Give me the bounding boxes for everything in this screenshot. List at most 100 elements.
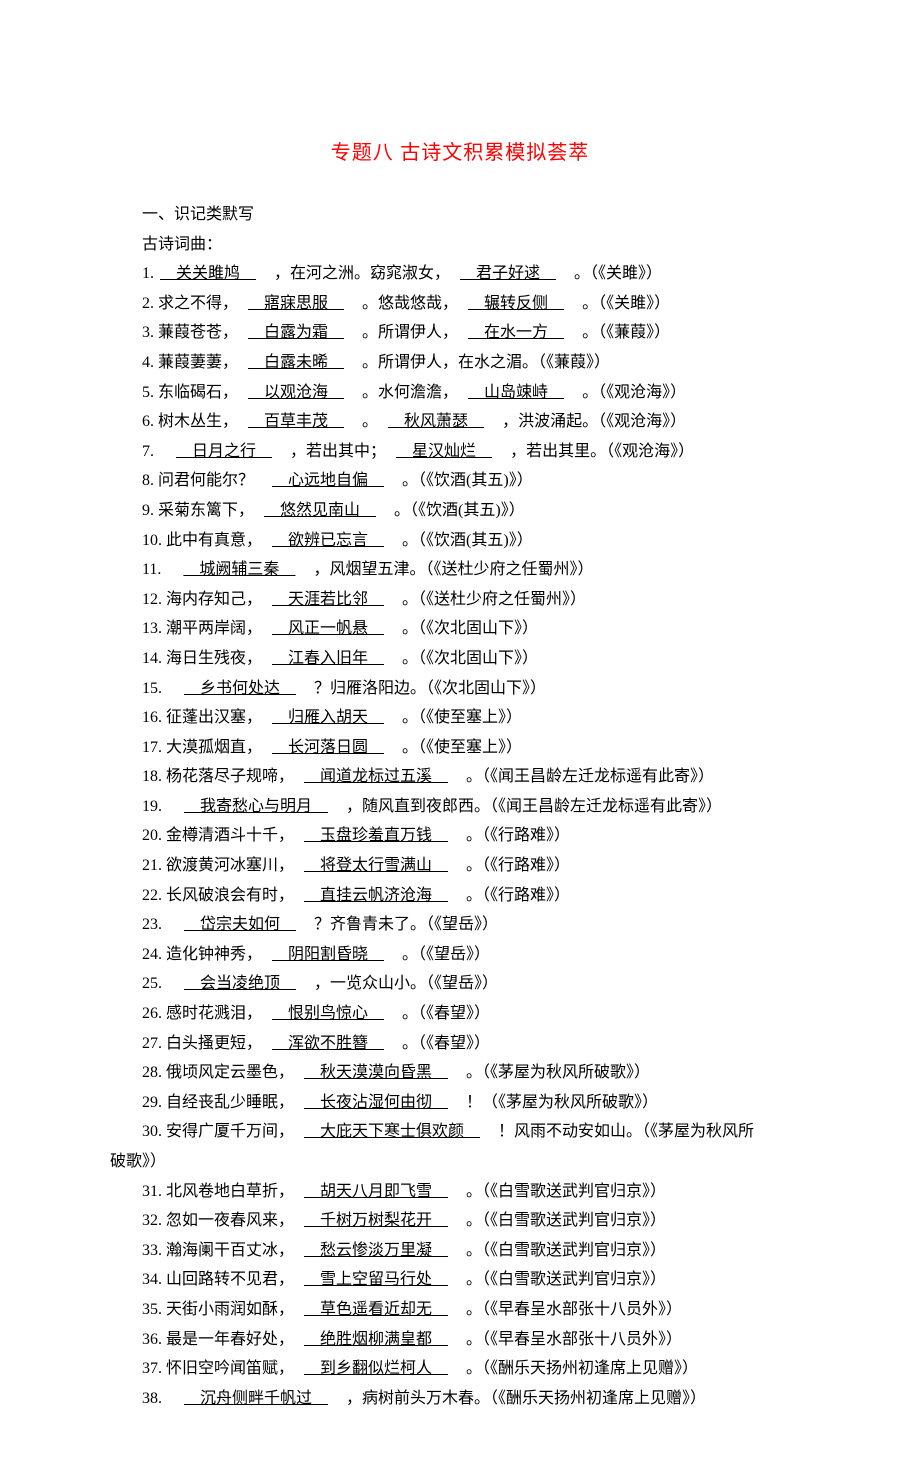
item-number: 30. <box>142 1123 162 1140</box>
list-item: 24. 造化钟神秀， 阴阳割昏晓 。（《望岳》） <box>110 940 810 970</box>
item-number: 13. <box>142 620 162 637</box>
item-number: 7. <box>142 443 154 460</box>
list-item: 19. 我寄愁心与明月 ，随风直到夜郎西。（《闻王昌龄左迁龙标遥有此寄》） <box>110 792 810 822</box>
fill-blank: 浑欲不胜簪 <box>270 1035 386 1052</box>
item-text: 蒹葭苍苍， <box>158 324 246 341</box>
list-item: 37. 怀旧空吟闻笛赋， 到乡翻似烂柯人 。（《酬乐天扬州初逢席上见赠》） <box>110 1354 810 1384</box>
item-text: 此中有真意， <box>166 532 270 549</box>
list-item: 14. 海日生残夜， 江春入旧年 。（《次北固山下》） <box>110 644 810 674</box>
item-number: 3. <box>142 324 154 341</box>
item-text <box>166 916 182 933</box>
item-text: 征蓬出汉塞， <box>166 709 270 726</box>
item-source: 。（《春望》） <box>386 1035 490 1052</box>
list-item: 21. 欲渡黄河冰塞川， 将登太行雪满山 。（《行路难》） <box>110 851 810 881</box>
item-text: 金樽清酒斗十千， <box>166 827 302 844</box>
item-number: 6. <box>142 413 154 430</box>
item-text: 俄顷风定云墨色， <box>166 1064 302 1081</box>
item-source: 。所谓伊人，在水之湄。（《蒹葭》） <box>346 354 610 371</box>
list-item: 15. 乡书何处达 ？归雁洛阳边。（《次北固山下》） <box>110 674 810 704</box>
list-item: 9. 采菊东篱下， 悠然见南山 。（《饮酒(其五)》） <box>110 496 810 526</box>
item-number: 36. <box>142 1331 162 1348</box>
item-text: ，若出其中； <box>274 443 394 460</box>
fill-blank: 秋风萧瑟 <box>386 413 486 430</box>
fill-blank: 辗转反侧 <box>466 295 566 312</box>
item-text: 感时花溅泪， <box>166 1005 270 1022</box>
item-source: ？归雁洛阳边。（《次北固山下》） <box>298 680 546 697</box>
item-text: 自经丧乱少睡眠， <box>166 1094 302 1111</box>
list-item: 25. 会当凌绝顶 ，一览众山小。（《望岳》） <box>110 969 810 999</box>
fill-blank: 胡天八月即飞雪 <box>302 1183 450 1200</box>
item-number: 35. <box>142 1301 162 1318</box>
list-item: 30. 安得广厦千万间， 大庇天下寒士俱欢颜 ！风雨不动安如山。（《茅屋为秋风所 <box>110 1117 810 1147</box>
fill-blank: 会当凌绝顶 <box>182 975 298 992</box>
list-item: 4. 蒹葭萋萋， 白露未晞 。所谓伊人，在水之湄。（《蒹葭》） <box>110 348 810 378</box>
list-item: 11. 城阙辅三秦 ，风烟望五津。（《送杜少府之任蜀州》） <box>110 555 810 585</box>
list-item: 22. 长风破浪会有时， 直挂云帆济沧海 。（《行路难》） <box>110 881 810 911</box>
item-text: 树木丛生， <box>158 413 246 430</box>
item-source: 。（《行路难》） <box>450 827 570 844</box>
item-number: 2. <box>142 295 154 312</box>
list-item: 32. 忽如一夜春风来， 千树万树梨花开 。（《白雪歌送武判官归京》） <box>110 1206 810 1236</box>
list-item: 36. 最是一年春好处， 绝胜烟柳满皇都 。（《早春呈水部张十八员外》） <box>110 1325 810 1355</box>
item-text: 求之不得， <box>158 295 246 312</box>
item-number: 18. <box>142 768 162 785</box>
item-source: ，若出其里。（《观沧海》） <box>494 443 694 460</box>
item-source: 。（《送杜少府之任蜀州》） <box>386 591 586 608</box>
fill-blank: 恨别鸟惊心 <box>270 1005 386 1022</box>
item-number: 21. <box>142 857 162 874</box>
item-source: 。（《行路难》） <box>450 887 570 904</box>
list-item: 3. 蒹葭苍苍， 白露为霜 。所谓伊人， 在水一方 。（《蒹葭》） <box>110 318 810 348</box>
item-number: 32. <box>142 1212 162 1229</box>
item-source: ，随风直到夜郎西。（《闻王昌龄左迁龙标遥有此寄》） <box>330 798 722 815</box>
fill-blank: 大庇天下寒士俱欢颜 <box>302 1123 482 1140</box>
item-source: 。（《饮酒(其五)》） <box>386 532 533 549</box>
item-text: 蒹葭萋萋， <box>158 354 246 371</box>
fill-blank: 以观沧海 <box>246 384 346 401</box>
fill-blank: 江春入旧年 <box>270 650 386 667</box>
item-number: 4. <box>142 354 154 371</box>
list-item: 26. 感时花溅泪， 恨别鸟惊心 。（《春望》） <box>110 999 810 1029</box>
item-number: 12. <box>142 591 162 608</box>
fill-blank: 心远地自偏 <box>270 472 386 489</box>
fill-blank: 山岛竦峙 <box>466 384 566 401</box>
item-number: 34. <box>142 1271 162 1288</box>
item-source: 。（《饮酒(其五)》） <box>378 502 525 519</box>
item-number: 26. <box>142 1005 162 1022</box>
fill-blank: 风正一帆悬 <box>270 620 386 637</box>
item-source: ，病树前头万木春。（《酬乐天扬州初逢席上见赠》） <box>330 1390 706 1407</box>
item-number: 1. <box>142 265 154 282</box>
list-item: 34. 山回路转不见君， 雪上空留马行处 。（《白雪歌送武判官归京》） <box>110 1265 810 1295</box>
item-text: 大漠孤烟直， <box>166 739 270 756</box>
list-item: 20. 金樽清酒斗十千， 玉盘珍羞直万钱 。（《行路难》） <box>110 821 810 851</box>
item-source: 。（《白雪歌送武判官归京》） <box>450 1271 666 1288</box>
item-text: 山回路转不见君， <box>166 1271 302 1288</box>
item-text: 瀚海阑干百丈冰， <box>166 1242 302 1259</box>
item-text: 欲渡黄河冰塞川， <box>166 857 302 874</box>
item-source: 。（《酬乐天扬州初逢席上见赠》） <box>450 1360 698 1377</box>
item-text: 安得广厦千万间， <box>166 1123 302 1140</box>
item-source: ？齐鲁青未了。（《望岳》） <box>298 916 498 933</box>
item-source: 。（《蒹葭》） <box>566 324 670 341</box>
fill-blank: 长夜沾湿何由彻 <box>302 1094 450 1111</box>
fill-blank: 归雁入胡天 <box>270 709 386 726</box>
list-item: 16. 征蓬出汉塞， 归雁入胡天 。（《使至塞上》） <box>110 703 810 733</box>
list-item: 29. 自经丧乱少睡眠， 长夜沾湿何由彻 ！（《茅屋为秋风所破歌》） <box>110 1088 810 1118</box>
list-item: 23. 岱宗夫如何 ？齐鲁青未了。（《望岳》） <box>110 910 810 940</box>
fill-blank: 草色遥看近却无 <box>302 1301 450 1318</box>
section-heading: 一、识记类默写 <box>110 200 810 230</box>
item-number: 29. <box>142 1094 162 1111</box>
item-number: 37. <box>142 1360 162 1377</box>
item-text <box>166 975 182 992</box>
item-text <box>165 561 181 578</box>
list-item: 27. 白头搔更短， 浑欲不胜簪 。（《春望》） <box>110 1029 810 1059</box>
item-text <box>166 1390 182 1407</box>
fill-blank: 乡书何处达 <box>182 680 298 697</box>
item-source: 。（《关雎》） <box>566 295 670 312</box>
item-number: 33. <box>142 1242 162 1259</box>
item-source: ，风烟望五津。（《送杜少府之任蜀州》） <box>297 561 593 578</box>
item-number: 28. <box>142 1064 162 1081</box>
list-item: 31. 北风卷地白草折， 胡天八月即飞雪 。（《白雪歌送武判官归京》） <box>110 1177 810 1207</box>
item-number: 22. <box>142 887 162 904</box>
fill-blank: 天涯若比邻 <box>270 591 386 608</box>
item-number: 11. <box>142 561 161 578</box>
